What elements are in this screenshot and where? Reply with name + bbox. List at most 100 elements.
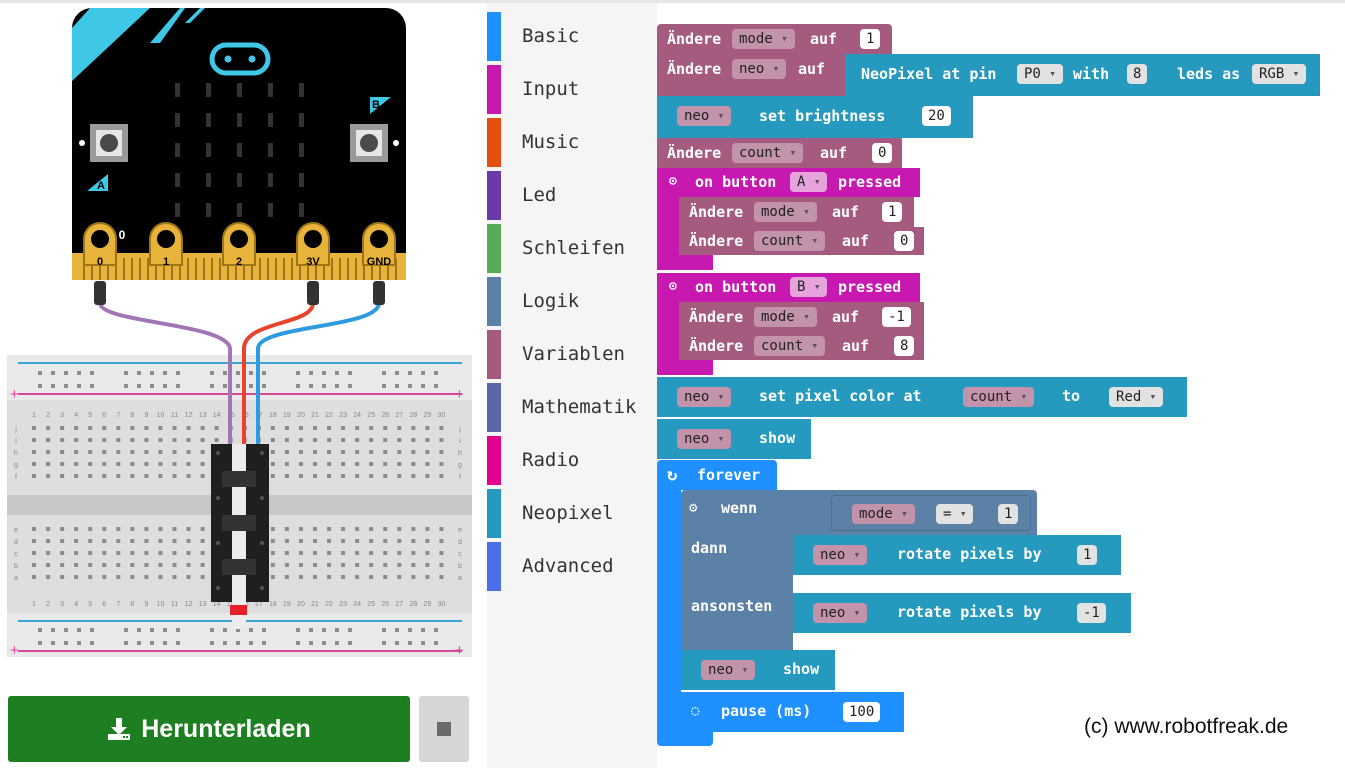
on-button-a-block[interactable]: ⊙ on button A pressed Ändere mode auf 1 … [657, 168, 924, 270]
number-field[interactable]: 1 [998, 504, 1019, 524]
number-field[interactable]: 100 [843, 702, 881, 722]
number-field[interactable]: 20 [922, 106, 951, 126]
category-label: Led [522, 184, 557, 206]
bb-column-label: 11 [171, 601, 178, 608]
bb-row-label: e [458, 527, 462, 534]
compare-block[interactable]: mode = 1 [831, 495, 1031, 531]
button-event-icon: ⊙ [669, 174, 677, 189]
set-brightness-block[interactable]: neo set brightness 20 [657, 96, 973, 138]
category-math[interactable]: Mathematik [487, 381, 657, 434]
download-button[interactable]: Herunterladen [8, 696, 410, 762]
on-button-b-block[interactable]: ⊙ on button B pressed Ändere mode auf -1… [657, 273, 924, 375]
category-neopixel[interactable]: Neopixel [487, 487, 657, 540]
variable-dropdown[interactable]: neo [813, 603, 868, 623]
variable-dropdown[interactable]: count [732, 143, 804, 163]
number-field[interactable]: 0 [894, 231, 915, 251]
set-count-block[interactable]: Ändere count auf 0 [657, 138, 902, 168]
bb-row-label: j [458, 426, 461, 433]
variable-dropdown[interactable]: neo [677, 106, 732, 126]
variable-dropdown[interactable]: neo [701, 660, 756, 680]
block-text: dann [691, 539, 728, 557]
variable-dropdown[interactable]: neo [677, 429, 732, 449]
number-field[interactable]: -1 [1077, 603, 1106, 623]
rotate-pixels-block[interactable]: neo rotate pixels by -1 [793, 593, 1131, 633]
number-field[interactable]: -1 [882, 307, 911, 327]
number-field[interactable]: 8 [1127, 64, 1148, 84]
neopixel-create-block[interactable]: NeoPixel at pin P0 with 8 leds as RGB [845, 54, 1320, 96]
button-b-label: B [372, 99, 380, 111]
variable-dropdown[interactable]: count [754, 336, 826, 356]
variable-dropdown[interactable]: neo [677, 387, 732, 407]
variable-dropdown[interactable]: mode [732, 29, 795, 49]
number-field[interactable]: 0 [872, 143, 893, 163]
bb-column-label: 5 [88, 601, 92, 608]
number-field[interactable]: 1 [860, 29, 881, 49]
bb-column-label: 14 [213, 601, 221, 608]
category-input[interactable]: Input [487, 63, 657, 116]
operator-dropdown[interactable]: = [936, 504, 974, 524]
mode-dropdown[interactable]: RGB [1252, 64, 1307, 84]
set-count-block[interactable]: Ändere count auf 0 [679, 227, 924, 255]
bb-row-label: g [14, 462, 18, 469]
category-basic[interactable]: Basic [487, 10, 657, 63]
category-led[interactable]: Led [487, 169, 657, 222]
bb-column-label: 21 [311, 601, 319, 608]
set-mode-block[interactable]: Ändere mode auf 1 [679, 197, 914, 227]
bb-column-label: 5 [88, 412, 92, 419]
number-field[interactable]: 1 [1077, 545, 1098, 565]
pin-label-gnd: GND [367, 256, 392, 268]
gear-icon[interactable]: ⚙ [689, 498, 697, 518]
variable-dropdown[interactable]: mode [754, 202, 817, 222]
neopixel-strip [211, 444, 269, 629]
variable-dropdown[interactable]: mode [754, 307, 817, 327]
category-radio[interactable]: Radio [487, 434, 657, 487]
neo-show-block[interactable]: neo show [681, 650, 835, 690]
set-neo-block[interactable]: Ändere neo auf NeoPixel at pin P0 with 8… [657, 54, 1320, 96]
category-loops[interactable]: Schleifen [487, 222, 657, 275]
bb-column-label: 28 [409, 412, 417, 419]
set-mode-block[interactable]: Ändere mode auf -1 [679, 302, 924, 332]
stop-button[interactable] [419, 696, 469, 762]
bb-column-label: 20 [297, 601, 305, 608]
set-pixel-color-block[interactable]: neo set pixel color at count to Red [657, 377, 1187, 417]
block-text: auf [820, 144, 848, 162]
variable-dropdown[interactable]: count [963, 387, 1035, 407]
category-logic[interactable]: Logik [487, 275, 657, 328]
bb-row-label: e [14, 527, 18, 534]
bb-column-label: 6 [102, 412, 106, 419]
block-text: auf [842, 337, 870, 355]
category-music[interactable]: Music [487, 116, 657, 169]
bb-column-label: 29 [424, 412, 432, 419]
variable-dropdown[interactable]: neo [732, 59, 787, 79]
category-advanced[interactable]: Advanced [487, 540, 657, 593]
button-dropdown[interactable]: B [790, 277, 828, 297]
variable-dropdown[interactable]: count [754, 231, 826, 251]
block-text: show [783, 660, 820, 678]
bb-column-label: 10 [157, 601, 165, 608]
button-dropdown[interactable]: A [790, 172, 828, 192]
pause-block[interactable]: ◌ pause (ms) 100 [681, 692, 904, 732]
category-variables[interactable]: Variablen [487, 328, 657, 381]
bb-column-label: 19 [283, 412, 291, 419]
neo-show-block[interactable]: neo show [657, 419, 811, 459]
bb-column-label: 19 [283, 601, 291, 608]
set-count-block[interactable]: Ändere count auf 8 [679, 332, 924, 360]
block-text: set pixel color at [759, 387, 922, 405]
bb-column-label: 2 [46, 601, 50, 608]
variable-dropdown[interactable]: mode [852, 504, 915, 524]
color-dropdown[interactable]: Red [1109, 387, 1164, 407]
variable-dropdown[interactable]: neo [813, 545, 868, 565]
bb-column-label: 1 [32, 601, 36, 608]
bb-column-label: 9 [144, 601, 148, 608]
blocks-workspace[interactable]: Ändere mode auf 1 Ändere neo auf NeoPixe… [657, 3, 1345, 768]
rotate-pixels-block[interactable]: neo rotate pixels by 1 [793, 535, 1121, 575]
bb-column-label: 2 [46, 412, 50, 419]
number-field[interactable]: 1 [882, 202, 903, 222]
set-mode-block[interactable]: Ändere mode auf 1 [657, 24, 892, 54]
number-field[interactable]: 8 [894, 336, 915, 356]
pin-dropdown[interactable]: P0 [1017, 64, 1063, 84]
forever-block[interactable]: ↻ forever ⚙ wenn mode = 1 dann neo rotat… [657, 460, 1131, 750]
block-text: Ändere [689, 232, 744, 250]
category-label: Music [522, 131, 580, 153]
bb-column-label: 1 [32, 412, 36, 419]
